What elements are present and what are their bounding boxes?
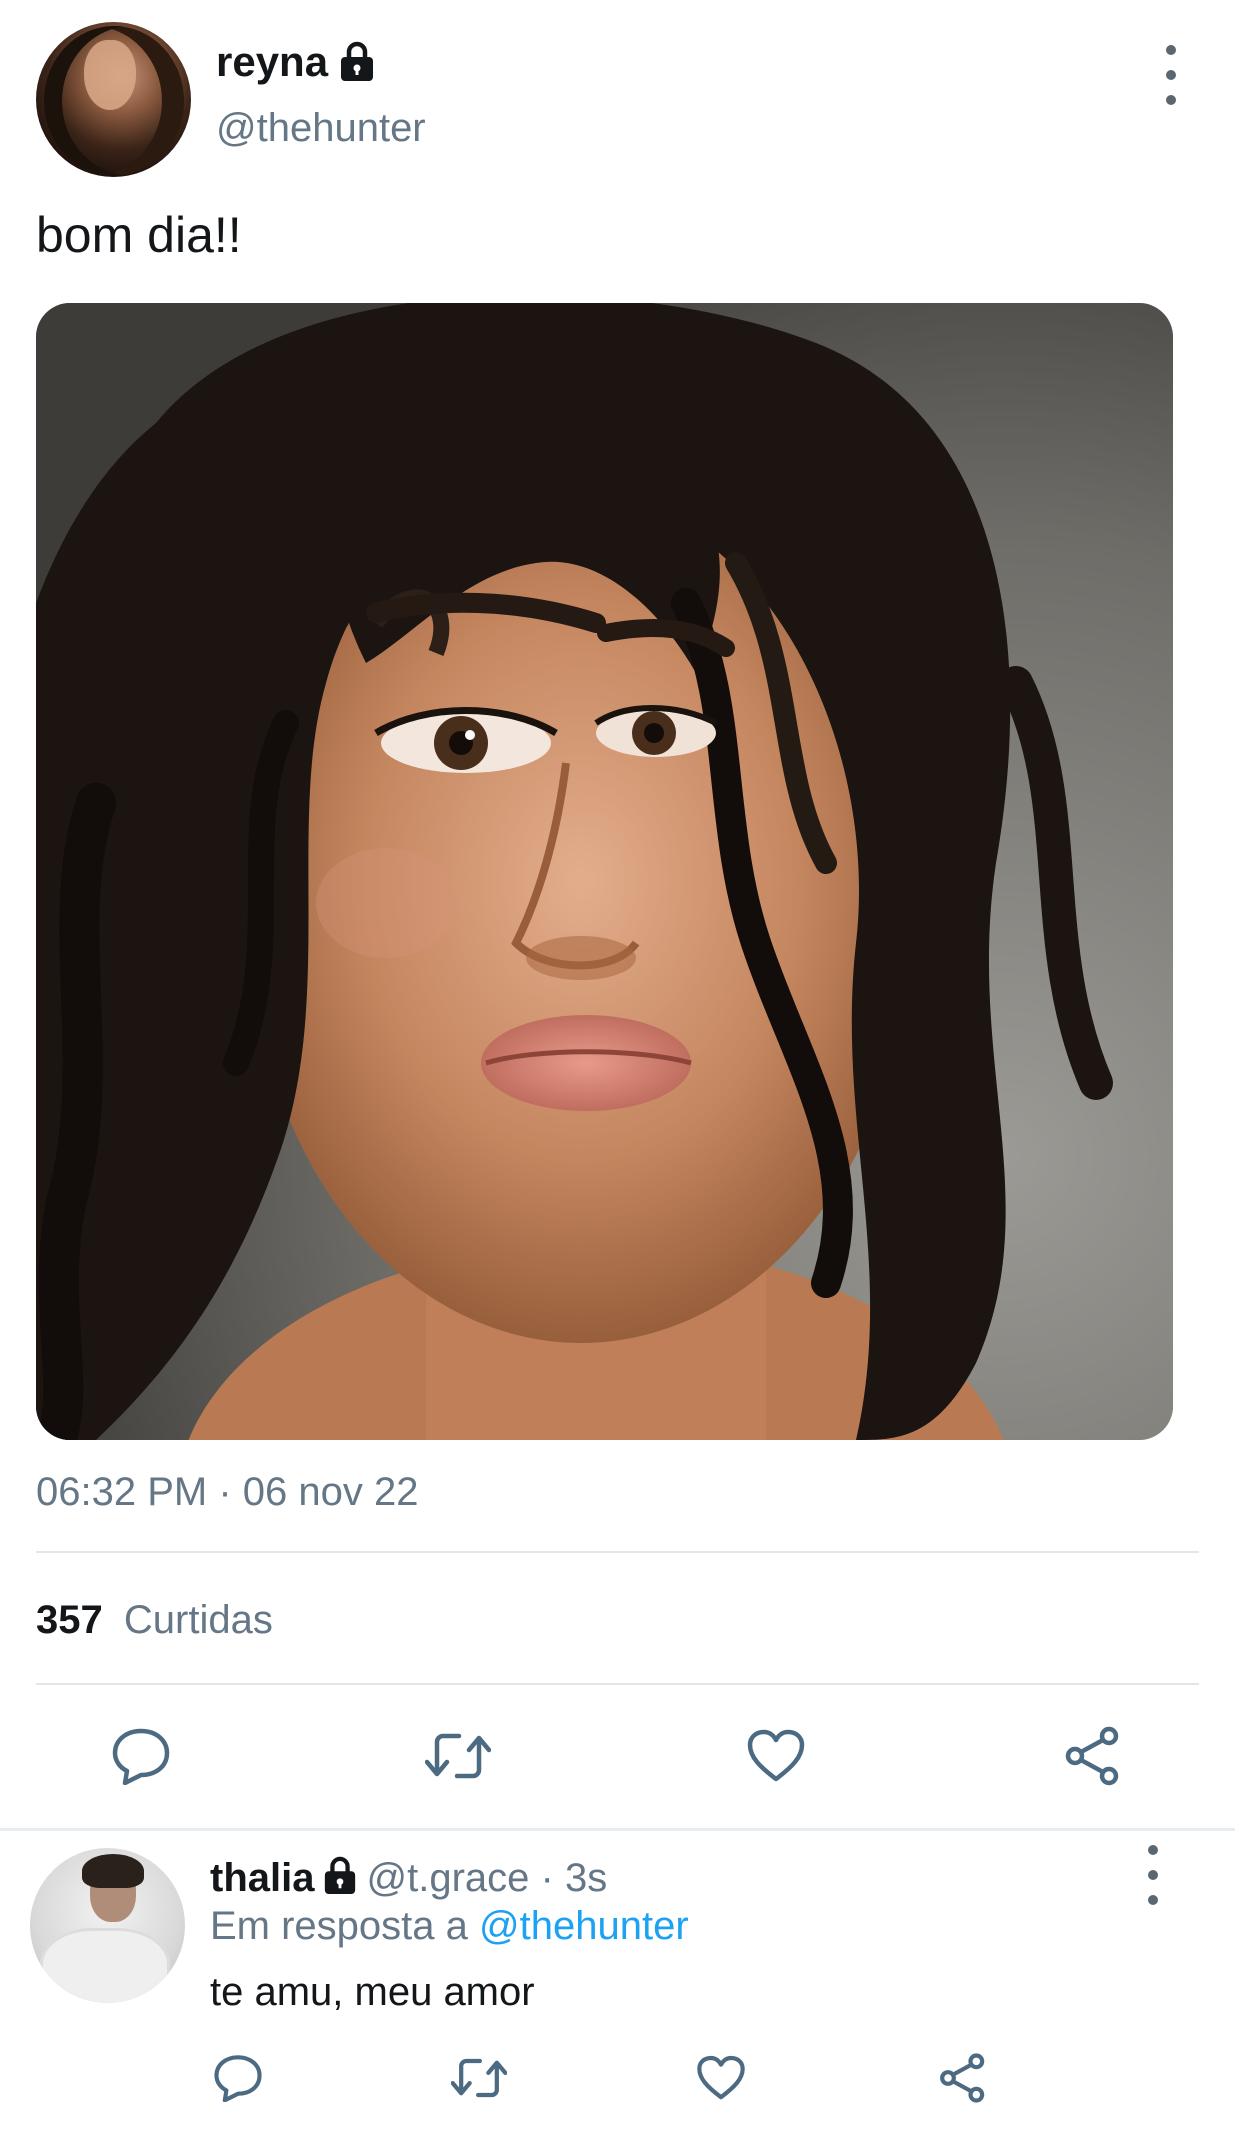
reply-reply-button[interactable] bbox=[205, 2050, 271, 2106]
author-name[interactable]: reyna bbox=[216, 38, 328, 86]
lock-icon bbox=[325, 1856, 356, 1894]
tweet-media-image[interactable] bbox=[36, 303, 1173, 1440]
reply-header: thalia @t.grace · 3s bbox=[210, 1855, 607, 1901]
retweet-icon bbox=[425, 1733, 491, 1779]
reply-like-button[interactable] bbox=[688, 2050, 754, 2106]
reply-more-options-icon[interactable] bbox=[1143, 1845, 1163, 1905]
likes-summary[interactable]: 357 Curtidas bbox=[36, 1598, 273, 1643]
reply-time[interactable]: 3s bbox=[565, 1856, 607, 1900]
like-button[interactable] bbox=[741, 1726, 811, 1786]
reply-icon bbox=[112, 1728, 170, 1785]
reply-author-avatar[interactable] bbox=[30, 1848, 185, 2003]
author-handle[interactable]: @thehunter bbox=[216, 106, 426, 151]
share-icon bbox=[940, 2053, 985, 2103]
reply-icon bbox=[214, 2055, 262, 2102]
like-icon bbox=[747, 1729, 805, 1782]
reply-author-handle[interactable]: @t.grace bbox=[366, 1856, 529, 1900]
reply-context: Em resposta a @thehunter bbox=[210, 1904, 689, 1949]
divider bbox=[36, 1551, 1199, 1553]
like-icon bbox=[697, 2055, 745, 2100]
share-button[interactable] bbox=[1058, 1726, 1128, 1786]
main-tweet: reyna @thehunter bom dia!! 06:32 PM · 06… bbox=[0, 0, 1235, 1828]
reply-separator bbox=[0, 1828, 1235, 1831]
likes-count: 357 bbox=[36, 1598, 103, 1642]
author-avatar[interactable] bbox=[36, 22, 191, 177]
more-options-icon[interactable] bbox=[1161, 45, 1181, 105]
portrait-photo bbox=[36, 303, 1173, 1440]
lock-icon bbox=[341, 41, 373, 81]
reply-share-button[interactable] bbox=[930, 2050, 996, 2106]
reply-button[interactable] bbox=[106, 1726, 176, 1786]
reply-context-prefix: Em resposta a bbox=[210, 1904, 468, 1948]
reply-dot-separator: · bbox=[540, 1856, 554, 1900]
divider bbox=[36, 1683, 1199, 1685]
reply-retweet-button[interactable] bbox=[446, 2050, 512, 2106]
reply-context-mention[interactable]: @thehunter bbox=[479, 1904, 689, 1948]
share-icon bbox=[1065, 1726, 1119, 1786]
reply-author-name[interactable]: thalia bbox=[210, 1856, 314, 1900]
reply-text: te amu, meu amor bbox=[210, 1970, 535, 2014]
likes-label: Curtidas bbox=[123, 1598, 273, 1642]
retweet-button[interactable] bbox=[423, 1726, 493, 1786]
retweet-icon bbox=[451, 2058, 507, 2098]
tweet-timestamp[interactable]: 06:32 PM · 06 nov 22 bbox=[36, 1470, 418, 1515]
tweet-text: bom dia!! bbox=[36, 207, 242, 263]
